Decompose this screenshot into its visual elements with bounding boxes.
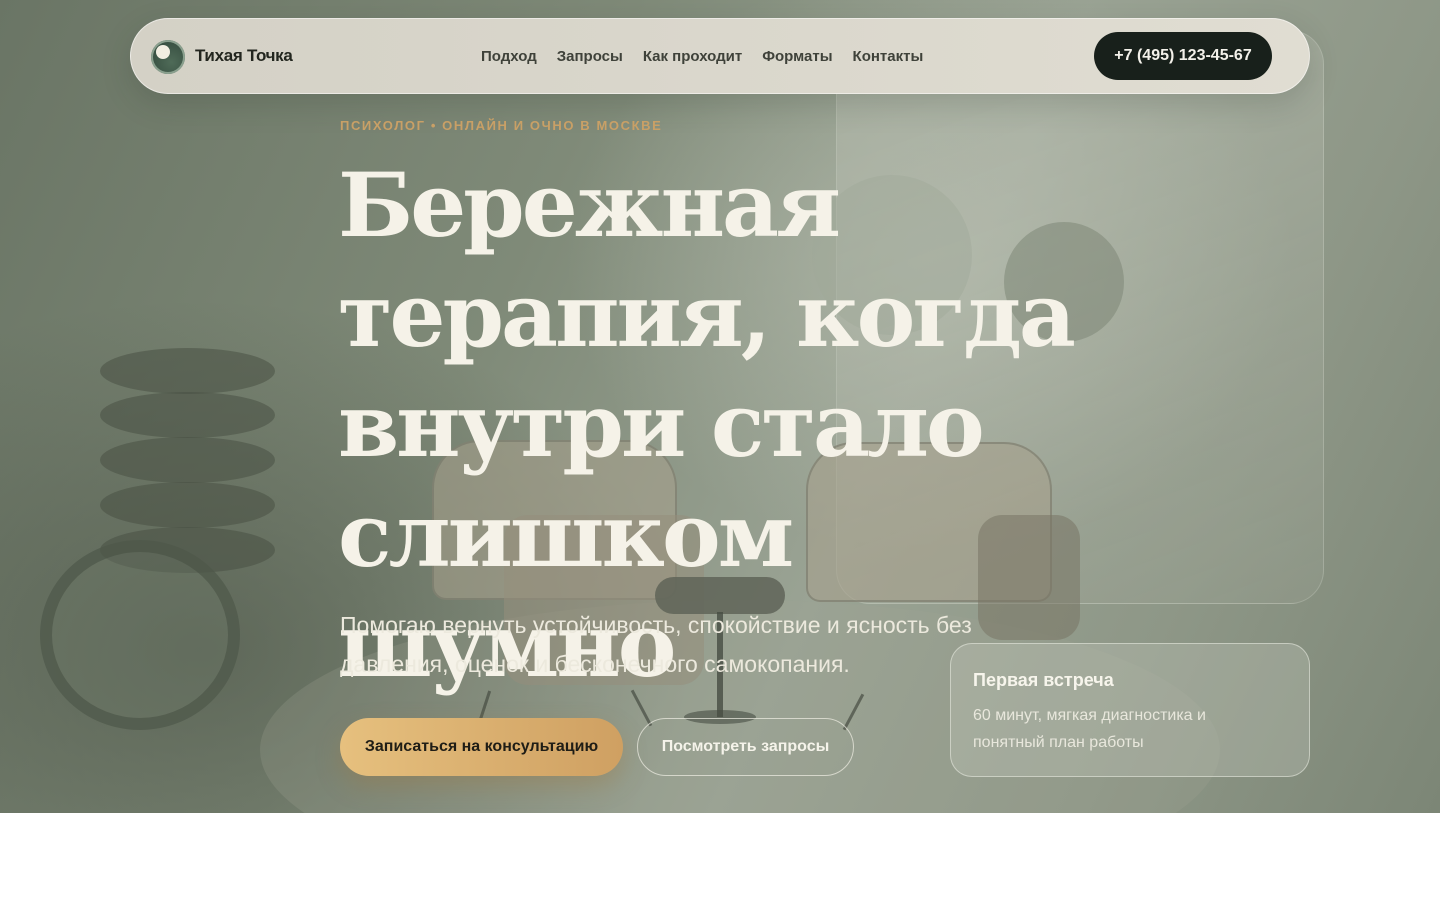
hero-eyebrow: ПСИХОЛОГ • ОНЛАЙН И ОЧНО В МОСКВЕ <box>340 118 663 133</box>
main-menu: Подход Запросы Как проходит Форматы Конт… <box>481 48 923 65</box>
brand-name[interactable]: Тихая Точка <box>195 46 293 66</box>
background-stone <box>100 348 275 394</box>
hero-section: Тихая Точка Подход Запросы Как проходит … <box>0 0 1440 813</box>
nav-link-formats[interactable]: Форматы <box>762 48 832 65</box>
headline-line: внутри стало <box>338 373 985 477</box>
background-stone <box>100 437 275 483</box>
headline-line: Бережная <box>338 153 841 257</box>
background-stone <box>100 482 275 528</box>
nav-link-requests[interactable]: Запросы <box>557 48 623 65</box>
background-ring <box>40 540 240 730</box>
hero-subtitle: Помогаю вернуть устойчивость, спокойстви… <box>340 612 972 677</box>
card-title: Первая встреча <box>973 670 1114 690</box>
nav-link-contacts[interactable]: Контакты <box>853 48 924 65</box>
view-requests-button[interactable]: Посмотреть запросы <box>637 718 854 776</box>
logo-dot <box>156 45 170 59</box>
nav-link-process[interactable]: Как проходит <box>643 48 742 65</box>
card-text: 60 минут, мягкая диагностика и понятный … <box>973 707 1206 751</box>
top-navigation: Тихая Точка Подход Запросы Как проходит … <box>130 18 1310 94</box>
first-meeting-card: Первая встреча 60 минут, мягкая диагност… <box>950 643 1310 777</box>
background-stone <box>100 392 275 438</box>
book-consultation-button[interactable]: Записаться на консультацию <box>340 718 623 776</box>
nav-link-approach[interactable]: Подход <box>481 48 537 65</box>
logo-icon[interactable] <box>151 40 185 74</box>
phone-button[interactable]: +7 (495) 123-45-67 <box>1094 32 1272 80</box>
headline-line: терапия, когда <box>338 263 1076 367</box>
